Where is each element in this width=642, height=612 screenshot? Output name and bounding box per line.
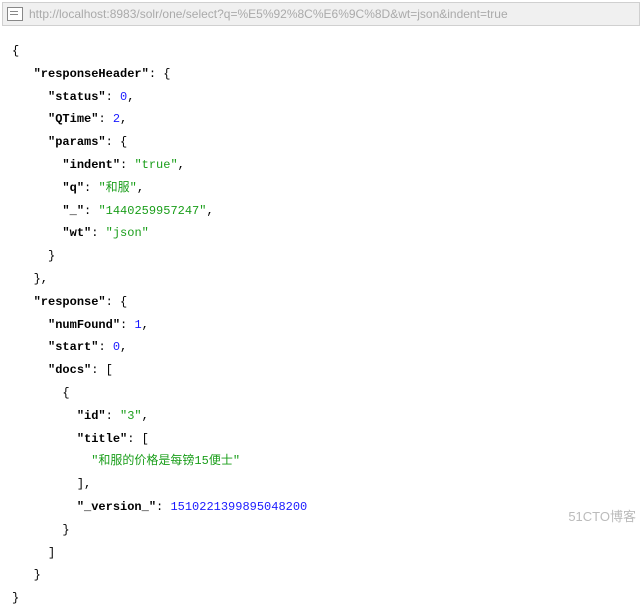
- json-value: "和服的价格是每镑15便士": [91, 454, 240, 468]
- json-key: "indent": [62, 158, 120, 172]
- json-value: 0: [120, 90, 127, 104]
- json-key: "_": [62, 204, 84, 218]
- json-value: "json": [106, 226, 149, 240]
- json-value: 0: [113, 340, 120, 354]
- json-key: "id": [77, 409, 106, 423]
- watermark: 51CTO博客: [568, 506, 636, 525]
- json-value: "和服": [98, 181, 136, 195]
- page-icon: [7, 7, 23, 21]
- json-key: "wt": [62, 226, 91, 240]
- json-key: "numFound": [48, 318, 120, 332]
- json-key: "responseHeader": [34, 67, 149, 81]
- json-value: "3": [120, 409, 142, 423]
- json-value: 1: [134, 318, 141, 332]
- json-key: "params": [48, 135, 106, 149]
- json-key: "QTime": [48, 112, 98, 126]
- json-key: "response": [34, 295, 106, 309]
- json-key: "docs": [48, 363, 91, 377]
- json-key: "status": [48, 90, 106, 104]
- url-text: http://localhost:8983/solr/one/select?q=…: [29, 7, 508, 21]
- json-value: "1440259957247": [98, 204, 206, 218]
- json-key: "title": [77, 432, 127, 446]
- brace: }: [12, 587, 640, 610]
- json-value: 2: [113, 112, 120, 126]
- json-key: "start": [48, 340, 98, 354]
- json-response: { "responseHeader": { "status": 0, "QTim…: [0, 34, 642, 612]
- json-value: 1510221399895048200: [170, 500, 307, 514]
- json-key: "_version_": [77, 500, 156, 514]
- json-key: "q": [62, 181, 84, 195]
- json-value: "true": [134, 158, 177, 172]
- url-bar[interactable]: http://localhost:8983/solr/one/select?q=…: [2, 2, 640, 26]
- brace: {: [12, 40, 640, 63]
